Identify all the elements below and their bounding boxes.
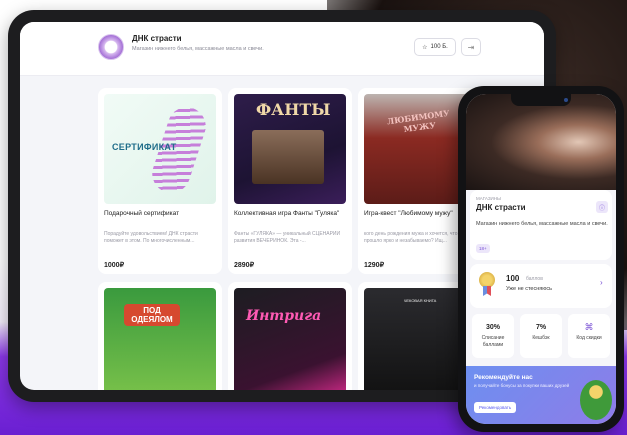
bonus-status: Уже не стесняюсь	[506, 286, 552, 292]
tile-label: Код скидки	[576, 335, 602, 341]
product-image: СЕРТИФИКАТ	[104, 94, 216, 204]
product-card[interactable]: СЕРТИФИКАТ Подарочный сертификат Порадуй…	[98, 88, 222, 274]
product-card[interactable]: ФАНТЫ Коллективная игра Фанты "Гуляка" Ф…	[228, 88, 352, 274]
product-image: ПОД ОДЕЯЛОМ	[104, 288, 216, 390]
recommend-button[interactable]: Рекомендовать	[474, 402, 517, 413]
product-card[interactable]: ПОД ОДЕЯЛОМ	[98, 282, 222, 390]
product-price: 2890₽	[234, 262, 255, 269]
points-label: 100 Б.	[430, 44, 448, 50]
intriga-image-text: Интрига	[246, 308, 322, 324]
bonus-unit: баллов	[526, 276, 543, 282]
shop-title: ДНК страсти	[132, 34, 182, 43]
tile-label: Кешбэк	[532, 335, 550, 341]
product-price: 1000₽	[104, 262, 125, 269]
logout-button[interactable]: ⇥	[461, 38, 481, 56]
product-price: 1290₽	[364, 262, 385, 269]
age-badge: 18+	[476, 244, 490, 253]
points-button[interactable]: ☆ 100 Б.	[414, 38, 456, 56]
product-desc: Порадуйте удовольствием! ДНК страсти пом…	[104, 231, 198, 244]
medal-icon	[478, 272, 496, 296]
product-desc: Фанты «ГУЛЯКА» — уникальный СЦЕНАРИЙ раз…	[234, 231, 341, 244]
shop-info-card: МАГАЗИНЫ ДНК страсти ⓘ Магазин нижнего б…	[470, 190, 612, 260]
tile-label: Списание баллами	[481, 335, 505, 348]
fanty-image-text: ФАНТЫ	[256, 100, 331, 119]
info-button[interactable]: ⓘ	[596, 201, 608, 213]
section-label: МАГАЗИНЫ	[476, 196, 502, 201]
camera-dot	[564, 98, 568, 102]
chevron-right-icon: ›	[600, 278, 603, 287]
phone-screen: МАГАЗИНЫ ДНК страсти ⓘ Магазин нижнего б…	[466, 94, 616, 424]
product-image: ФАНТЫ	[234, 94, 346, 204]
phone-device: МАГАЗИНЫ ДНК страсти ⓘ Магазин нижнего б…	[458, 86, 624, 432]
qr-code-icon: ⌘	[584, 322, 594, 332]
hero-photo	[466, 94, 616, 190]
star-icon: ☆	[422, 44, 428, 51]
referral-banner: Рекомендуйте нас и получайте бонусы за п…	[466, 366, 616, 424]
shop-title: ДНК страсти	[476, 203, 526, 212]
coins-graphic	[580, 380, 612, 420]
tile-discount-code[interactable]: ⌘ Код скидки	[568, 314, 610, 358]
shop-description: Магазин нижнего белья, массажные масла и…	[476, 221, 608, 227]
bonus-value: 100	[506, 274, 520, 283]
shop-subtitle: Магазин нижнего белья, массажные масла и…	[132, 46, 264, 52]
bonus-card[interactable]: 100 баллов Уже не стесняюсь ›	[470, 264, 612, 308]
logout-icon: ⇥	[467, 42, 475, 52]
product-card[interactable]: Интрига	[228, 282, 352, 390]
tile-value: 7%	[535, 324, 547, 331]
tile-writeoff[interactable]: 30% Списание баллами	[472, 314, 514, 358]
referral-title: Рекомендуйте нас	[474, 374, 533, 381]
tile-cashback[interactable]: 7% Кешбэк	[520, 314, 562, 358]
shop-header: ДНК страсти Магазин нижнего белья, масса…	[20, 22, 544, 76]
shop-logo	[98, 34, 124, 60]
people-photo	[252, 130, 324, 184]
phone-notch	[511, 94, 571, 106]
product-image: Интрига	[234, 288, 346, 390]
certificate-image-text: СЕРТИФИКАТ	[112, 142, 177, 152]
info-icon: ⓘ	[598, 205, 605, 212]
podod-image-text: ПОД ОДЕЯЛОМ	[124, 304, 180, 326]
product-name: Подарочный сертификат	[104, 210, 180, 217]
tile-value: 30%	[485, 324, 500, 331]
product-name: Коллективная игра Фанты "Гуляка"	[234, 210, 340, 217]
muzhu-image-text: ЛЮБИМОМУ МУЖУ	[386, 107, 451, 135]
referral-subtitle: и получайте бонусы за покупки ваших друз…	[474, 383, 570, 388]
book-image-text: ЧЕКОВАЯ КНИГА	[403, 298, 437, 303]
